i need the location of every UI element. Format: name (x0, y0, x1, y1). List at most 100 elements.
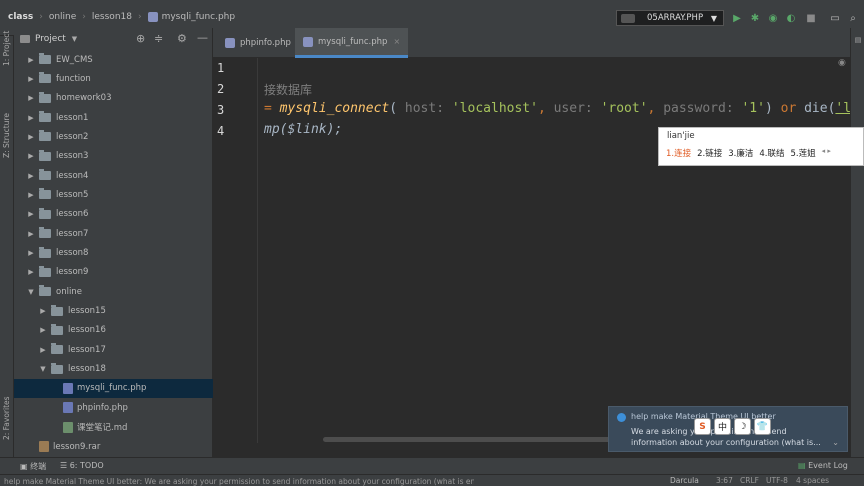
eye-icon[interactable]: ◉ (838, 58, 846, 68)
collapsed-arrow-icon[interactable]: ▶ (26, 230, 36, 238)
tree-folder-row[interactable]: ▶ lesson5 (14, 185, 213, 204)
tree-folder-row[interactable]: ▶ lesson3 (14, 147, 213, 166)
stop-icon[interactable]: ■ (804, 11, 818, 25)
ime-candidate[interactable]: 1.连接 (666, 147, 691, 159)
terminal-tool-button[interactable]: ▣ 终端 (20, 461, 46, 472)
tree-file-row[interactable]: phpinfo.php (14, 398, 213, 417)
ime-page-nav-icon[interactable]: ◂ ▸ (822, 147, 831, 159)
collapsed-arrow-icon[interactable]: ▶ (38, 346, 48, 354)
line-separator[interactable]: CRLF (740, 476, 759, 485)
collapsed-arrow-icon[interactable]: ▶ (38, 307, 48, 315)
chinese-mode-button[interactable]: 中 (714, 418, 731, 435)
tree-folder-row[interactable]: ▶ lesson8 (14, 244, 213, 263)
string-arg: 'root' (600, 101, 648, 116)
collapsed-arrow-icon[interactable]: ▶ (26, 56, 36, 64)
tree-folder-row[interactable]: ▶ function (14, 69, 213, 88)
collapsed-arrow-icon[interactable]: ▶ (26, 94, 36, 102)
horizontal-scrollbar[interactable] (323, 437, 633, 442)
locate-icon[interactable]: ⊕ (136, 32, 145, 45)
breadcrumb-item-online[interactable]: online (49, 12, 76, 22)
ime-candidate[interactable]: 2.链接 (697, 147, 722, 159)
expanded-arrow-icon[interactable]: ▼ (38, 365, 48, 373)
code-editor[interactable]: 接数据库 = mysqli_connect( host: 'localhost'… (258, 58, 850, 438)
line-number: 1 (217, 61, 225, 75)
comma: , (647, 101, 656, 116)
collapsed-arrow-icon[interactable]: ▶ (26, 172, 36, 180)
collapsed-arrow-icon[interactable]: ▶ (26, 249, 36, 257)
collapsed-arrow-icon[interactable]: ▶ (26, 133, 36, 141)
minimize-icon[interactable]: — (197, 31, 208, 44)
gear-icon[interactable]: ⚙ (177, 32, 187, 45)
breadcrumb-item-lesson18[interactable]: lesson18 (92, 12, 132, 22)
tree-file-row[interactable]: mysqli_func.php (14, 378, 213, 398)
status-message[interactable]: help make Material Theme UI better: We a… (4, 476, 474, 486)
debug-icon[interactable]: ✱ (748, 11, 762, 25)
collapsed-arrow-icon[interactable]: ▶ (26, 114, 36, 122)
tree-folder-row[interactable]: ▼ lesson18 (14, 360, 213, 379)
tree-folder-row[interactable]: ▶ lesson15 (14, 302, 213, 321)
function-name: mysqli_connect (279, 101, 390, 116)
database-tool-button[interactable]: ▤ (854, 36, 862, 44)
collapsed-arrow-icon[interactable]: ▶ (26, 268, 36, 276)
chevron-down-icon[interactable]: ▼ (72, 35, 77, 43)
close-icon[interactable]: × (393, 37, 400, 46)
paren: ) (764, 101, 773, 116)
tree-item-label: online (56, 286, 82, 297)
code-line-3: = mysqli_connect( host: 'localhost', use… (264, 101, 850, 116)
folder-icon (51, 323, 63, 335)
folder-icon (39, 227, 51, 239)
breadcrumb-item-class[interactable]: class (8, 12, 33, 22)
theme-indicator[interactable]: Darcula (670, 476, 699, 485)
project-panel-title[interactable]: Project (35, 34, 66, 44)
search-everywhere-icon[interactable]: ⌕ (846, 11, 860, 25)
collapsed-arrow-icon[interactable]: ▶ (26, 75, 36, 83)
breadcrumb-item-file[interactable]: mysqli_func.php (162, 12, 236, 22)
collapsed-arrow-icon[interactable]: ▶ (38, 326, 48, 334)
event-log-button[interactable]: ▤ Event Log (798, 461, 848, 470)
collapsed-arrow-icon[interactable]: ▶ (26, 191, 36, 199)
favorites-tool-button[interactable]: 2: Favorites (2, 396, 11, 440)
ime-candidate[interactable]: 3.廉洁 (728, 147, 753, 159)
profile-icon[interactable]: ◐ (784, 11, 798, 25)
expanded-arrow-icon[interactable]: ▼ (26, 288, 36, 296)
tree-folder-row[interactable]: ▶ lesson9 (14, 263, 213, 282)
line-number: 4 (217, 124, 225, 138)
run-configuration-select[interactable]: 05ARRAY.PHP ▼ (616, 10, 724, 26)
tree-file-row[interactable]: 课堂笔记.md (14, 418, 213, 437)
collapse-icon[interactable]: ≑ (154, 32, 163, 45)
caret-position[interactable]: 3:67 (716, 476, 733, 485)
project-tool-button[interactable]: 1: Project (2, 31, 11, 66)
collapsed-arrow-icon[interactable]: ▶ (26, 210, 36, 218)
tree-folder-row[interactable]: ▶ lesson1 (14, 108, 213, 127)
structure-tool-button[interactable]: Z: Structure (2, 113, 11, 158)
tree-folder-row[interactable]: ▶ lesson16 (14, 321, 213, 340)
tree-folder-row[interactable]: ▶ homework03 (14, 89, 213, 108)
tab-mysqli-func[interactable]: mysqli_func.php × (295, 28, 409, 58)
file-encoding[interactable]: UTF-8 (766, 476, 788, 485)
run-icon[interactable]: ▶ (730, 11, 744, 25)
skin-icon[interactable]: 👕 (754, 418, 771, 435)
layout-icon[interactable]: ▭ (828, 11, 842, 25)
tree-folder-row[interactable]: ▼ online (14, 282, 213, 301)
tree-folder-row[interactable]: ▶ EW_CMS (14, 50, 213, 69)
breadcrumb: class › online › lesson18 › mysqli_func.… (8, 12, 235, 22)
ime-candidate[interactable]: 5.莲姐 (791, 147, 816, 159)
project-panel: Project ▼ ⊕ ≑ ⚙ — ▶ EW_CMS ▶ function ▶ homew… (14, 28, 213, 457)
sogou-logo-icon[interactable]: S (694, 418, 711, 435)
coverage-icon[interactable]: ◉ (766, 11, 780, 25)
tree-item-label: lesson3 (56, 151, 89, 162)
collapsed-arrow-icon[interactable]: ▶ (26, 152, 36, 160)
moon-icon[interactable]: ☽ (734, 418, 751, 435)
tree-folder-row[interactable]: ▶ lesson4 (14, 166, 213, 185)
todo-tool-button[interactable]: ☰ 6: TODO (60, 461, 104, 470)
ime-toolbar: S 中 ☽ 👕 (694, 418, 776, 438)
tree-folder-row[interactable]: ▶ lesson2 (14, 127, 213, 146)
ime-candidate[interactable]: 4.联结 (759, 147, 784, 159)
chevron-down-icon[interactable]: ⌄ (832, 438, 839, 447)
tree-folder-row[interactable]: ▶ lesson6 (14, 205, 213, 224)
run-configuration-label: 05ARRAY.PHP (647, 13, 704, 23)
indent-setting[interactable]: 4 spaces (796, 476, 829, 485)
tree-folder-row[interactable]: ▶ lesson17 (14, 340, 213, 359)
tree-folder-row[interactable]: ▶ lesson7 (14, 224, 213, 243)
tree-file-row[interactable]: lesson9.rar (14, 437, 213, 456)
